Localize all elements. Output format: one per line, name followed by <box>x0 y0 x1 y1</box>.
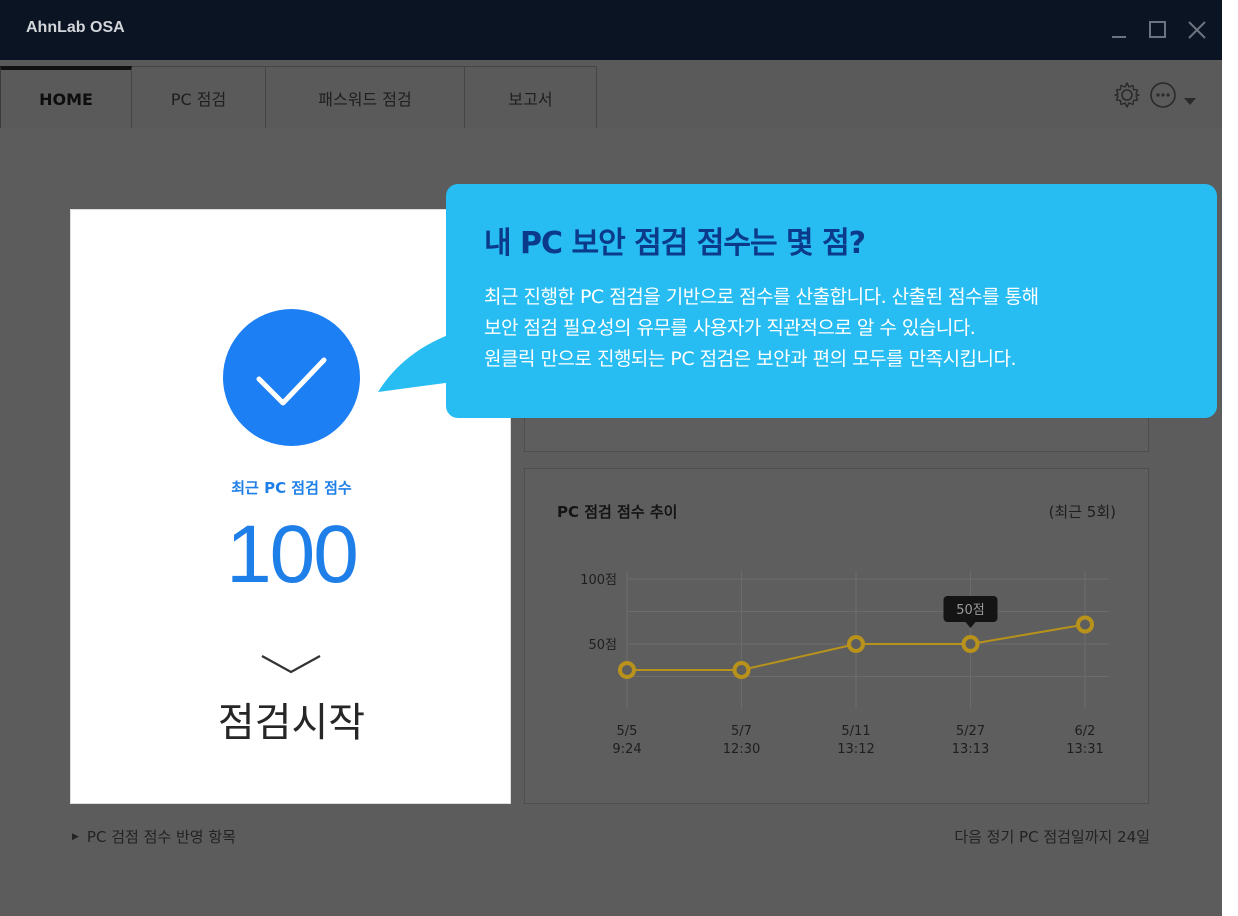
y-tick-label: 100점 <box>580 573 617 588</box>
x-tick-label: 13:31 <box>1066 742 1103 757</box>
data-point <box>618 661 636 679</box>
x-tick-label: 13:13 <box>952 742 989 757</box>
app-title: AhnLab OSA <box>26 19 125 36</box>
tooltip-label: 50점 <box>956 603 985 618</box>
score-card: 최근 PC 점검 점수 100 점검시작 <box>70 209 511 804</box>
more-icon[interactable] <box>1148 80 1178 114</box>
score-trend-chart: 100점 50점 5/5 9:24 5/7 12:30 5/11 13:12 5/27 13:13… <box>580 571 1109 757</box>
gear-icon[interactable] <box>1112 80 1142 114</box>
callout-line: 원클릭 만으로 진행되는 PC 점검은 보안과 편의 모두를 만족시킵니다. <box>484 348 1017 370</box>
y-tick-label: 50점 <box>588 638 617 653</box>
info-callout: 내 PC 보안 점검 점수는 몇 점? 최근 진행한 PC 점검을 기반으로 점… <box>446 184 1217 418</box>
x-tick-label: 12:30 <box>723 742 760 757</box>
caret-down-icon[interactable] <box>1184 91 1196 110</box>
title-bar: AhnLab OSA <box>0 0 1222 60</box>
tab-bar: HOME PC 점검 패스워드 점검 보고서 <box>0 60 1222 129</box>
tooltip-pointer <box>965 622 976 628</box>
tab-pc-check[interactable]: PC 점검 <box>132 66 266 128</box>
x-tick-label: 5/5 <box>617 724 638 739</box>
app-window: AhnLab OSA HOME PC 점검 패스워드 점검 보고서 최근 PC … <box>0 0 1222 916</box>
chevron-down-icon[interactable] <box>260 654 322 680</box>
next-check-text: 다음 정기 PC 점검일까지 24일 <box>954 828 1150 846</box>
minimize-icon[interactable] <box>1106 17 1132 43</box>
callout-line: 최근 진행한 PC 점검을 기반으로 점수를 산출합니다. 산출된 점수를 통해 <box>484 286 1039 308</box>
x-tick-label: 6/2 <box>1075 724 1096 739</box>
data-point <box>732 661 751 679</box>
x-tick-label: 5/11 <box>841 724 870 739</box>
data-point <box>847 635 865 653</box>
score-label: 최근 PC 점검 점수 <box>231 479 352 497</box>
close-icon[interactable] <box>1184 17 1210 43</box>
x-tick-label: 5/27 <box>956 724 985 739</box>
trend-chart-panel: PC 점검 점수 추이 (최근 5회) 100점 50점 5/5 9:24 5/7 12:… <box>524 468 1149 804</box>
start-check-button[interactable]: 점검시작 <box>71 690 512 748</box>
callout-line: 보안 점검 필요성의 유무를 사용자가 직관적으로 알 수 있습니다. <box>484 317 976 339</box>
x-tick-label: 13:12 <box>837 742 874 757</box>
x-tick-label: 5/7 <box>731 724 752 739</box>
maximize-icon[interactable] <box>1145 17 1171 43</box>
data-point <box>961 635 980 653</box>
callout-title: 내 PC 보안 점검 점수는 몇 점? <box>484 226 866 261</box>
data-point <box>1076 615 1094 634</box>
tab-report[interactable]: 보고서 <box>465 66 597 128</box>
tab-home[interactable]: HOME <box>0 66 132 128</box>
tab-password-check[interactable]: 패스워드 점검 <box>266 66 465 128</box>
score-criteria-label: PC 검점 점수 반영 항목 <box>86 828 236 846</box>
triangle-right-icon: ▶ <box>72 831 79 842</box>
score-criteria-link[interactable]: ▶ PC 검점 점수 반영 항목 <box>72 826 236 847</box>
score-value: 100 <box>226 509 359 600</box>
x-tick-label: 9:24 <box>612 742 641 757</box>
check-circle-icon <box>223 309 360 446</box>
callout-body: 최근 진행한 PC 점검을 기반으로 점수를 산출합니다. 산출된 점수를 통해… <box>484 282 1204 375</box>
